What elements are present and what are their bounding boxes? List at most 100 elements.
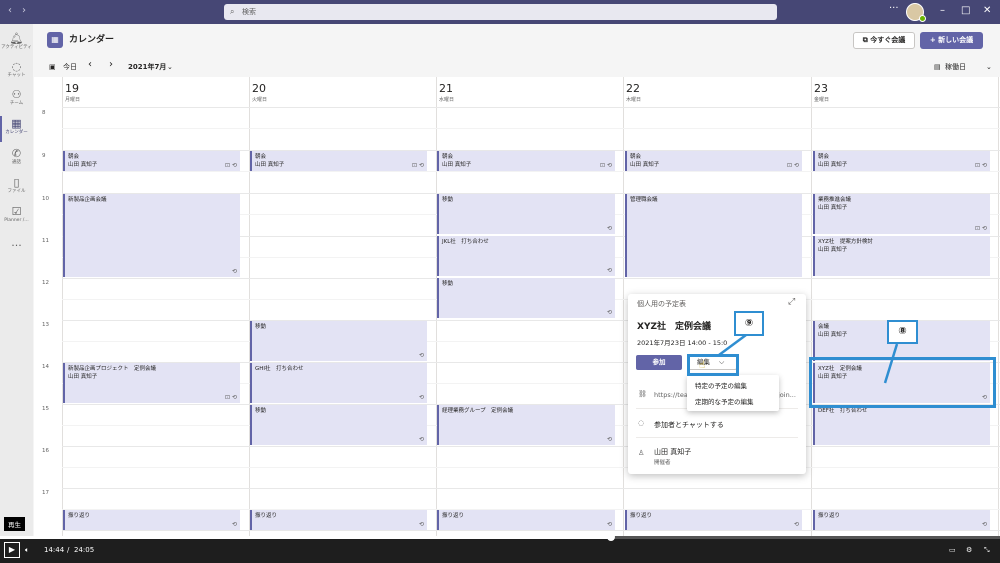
recurring-icon: ⟲ [606, 309, 612, 316]
month-selector[interactable]: 2021年7月 [128, 61, 166, 73]
close-icon[interactable]: ✕ [983, 5, 991, 16]
next-week-icon[interactable]: › [109, 59, 113, 71]
fullscreen-icon[interactable]: ⤡ [984, 546, 990, 555]
mouse-cursor-icon: ☝ [699, 360, 706, 371]
hour-line [62, 446, 1000, 447]
recurring-icon: ⟲ [606, 521, 612, 528]
recurring-icon: ⟲ [231, 268, 237, 275]
recurring-icon: ⟲ [793, 521, 799, 528]
chevron-down-icon[interactable]: ⌄ [167, 61, 173, 73]
event-card[interactable]: 朝会 山田 真知子 ⊡ ⟲ [250, 151, 427, 171]
video-player-bar [0, 536, 1000, 563]
recurring-icon: ⊡ ⟲ [975, 162, 987, 169]
rail-planner[interactable]: ☑ Planner /… [0, 205, 33, 233]
settings-icon[interactable]: ⚙ [966, 546, 972, 554]
volume-icon[interactable]: 🔈︎ [25, 546, 29, 555]
recurring-icon: ⊡ ⟲ [225, 394, 237, 401]
new-meeting-button[interactable]: + 新しい会議 [920, 32, 983, 49]
hour-label: 13 [42, 322, 49, 328]
recurring-icon: ⊡ ⟲ [787, 162, 799, 169]
callout-pointer-8 [883, 343, 899, 384]
recurring-icon: ⟲ [418, 352, 424, 359]
meeting-datetime: 2021年7月23日 14:00 - 15:0 [637, 339, 728, 347]
event-card[interactable]: 朝会 山田 真知子 ⊡ ⟲ [437, 151, 615, 171]
presence-status-icon [919, 15, 926, 22]
rail-calendar[interactable]: ▦ カレンダー [0, 117, 33, 145]
search-input[interactable]: ⌕ 検索 [224, 4, 777, 20]
event-card[interactable]: 振り返り ⟲ [625, 510, 802, 530]
rail-teams[interactable]: ⚇ チーム [0, 88, 33, 116]
recurring-icon: ⊡ ⟲ [225, 162, 237, 169]
more-icon: ... [11, 236, 22, 249]
meet-now-button[interactable]: ⧉ 今すぐ会議 [853, 32, 915, 49]
link-icon: ⛓ [638, 390, 647, 398]
expand-icon[interactable]: ⤢ [788, 297, 795, 307]
event-card[interactable]: 新製品企画会議 ⟲ [63, 194, 240, 277]
event-card[interactable]: 管理職会議 [625, 194, 802, 277]
event-card[interactable]: JKL社 打ち合わせ ⟲ [437, 236, 615, 276]
event-card[interactable]: 朝会 山田 真知子 ⊡ ⟲ [625, 151, 802, 171]
more-options-icon[interactable]: ··· [889, 3, 899, 14]
menu-item-edit-series[interactable]: 定期的な予定の編集 [695, 396, 754, 406]
forward-arrow-icon[interactable]: › [22, 5, 26, 16]
meeting-link-tail[interactable]: join... [778, 391, 796, 399]
phone-icon: ✆ [11, 147, 22, 160]
play-tooltip: 再生 [4, 517, 25, 531]
menu-item-edit-occurrence[interactable]: 特定の予定の編集 [695, 380, 747, 390]
event-card[interactable]: 新製品企画プロジェクト 定例会議 山田 真知子 ⊡ ⟲ [63, 363, 240, 403]
hour-label: 14 [42, 364, 49, 370]
half-hour-line [62, 171, 1000, 172]
rail-more[interactable]: ... [0, 236, 33, 264]
event-card[interactable]: 振り返り ⟲ [813, 510, 990, 530]
event-card[interactable]: DEF社 打ち合わせ [813, 405, 990, 445]
event-card[interactable]: 朝会 山田 真知子 ⊡ ⟲ [63, 151, 240, 171]
view-selector[interactable]: 稼働日 [945, 61, 966, 73]
recurring-icon: ⊡ ⟲ [600, 162, 612, 169]
hour-line [62, 488, 1000, 489]
event-card[interactable]: 振り返り ⟲ [63, 510, 240, 530]
recurring-icon: ⟲ [418, 521, 424, 528]
today-icon: ▣ [49, 63, 56, 71]
event-card[interactable]: 業務推進会議 山田 真知子 ⊡ ⟲ [813, 194, 990, 234]
rail-files[interactable]: ▯ ファイル [0, 176, 33, 204]
callout-label-8: ⑧ [887, 320, 918, 344]
rail-chat[interactable]: ◌ チャット [0, 60, 33, 88]
hour-label: 11 [42, 238, 49, 244]
recurring-icon: ⟲ [606, 436, 612, 443]
event-card[interactable]: GHI社 打ち合わせ ⟲ [250, 363, 427, 403]
rail-calls[interactable]: ✆ 通話 [0, 147, 33, 175]
minimize-icon[interactable]: – [940, 5, 945, 16]
recurring-icon: ⟲ [606, 225, 612, 232]
event-card[interactable]: 移動 ⟲ [250, 405, 427, 445]
recurring-icon: ⟲ [981, 521, 987, 528]
event-card[interactable]: 振り返り ⟲ [250, 510, 427, 530]
day-header-tue: 20 火曜日 [252, 82, 268, 103]
hour-line [62, 530, 1000, 531]
event-card[interactable]: 移動 ⟲ [437, 278, 615, 318]
join-button[interactable]: 参加 [636, 355, 682, 370]
event-card[interactable]: 朝会 山田 真知子 ⊡ ⟲ [813, 151, 990, 171]
callout-label-9: ⑨ [734, 311, 764, 336]
hour-label: 17 [42, 490, 49, 496]
meeting-link[interactable]: https://tea [654, 391, 688, 399]
person-icon: ♙ [638, 449, 645, 457]
play-button[interactable]: ▶ [4, 542, 20, 558]
maximize-icon[interactable]: □ [961, 5, 970, 16]
back-arrow-icon[interactable]: ‹ [8, 5, 12, 16]
today-button[interactable]: 今日 [63, 61, 77, 73]
recurring-icon: ⟲ [231, 521, 237, 528]
event-card[interactable]: 移動 ⟲ [250, 321, 427, 361]
rail-activity[interactable]: 🔔︎ アクティビティ [0, 32, 33, 60]
view-chevron-down-icon[interactable]: ⌄ [986, 61, 992, 73]
teams-icon: ⚇ [11, 88, 22, 101]
captions-icon[interactable]: ▭ [949, 546, 956, 554]
bell-icon: 🔔︎ [9, 32, 24, 45]
event-card[interactable]: 振り返り ⟲ [437, 510, 615, 530]
event-card[interactable]: XYZ社 提案方針検討 山田 真知子 [813, 236, 990, 276]
progress-knob[interactable] [607, 533, 615, 541]
event-card[interactable]: 経理業務グループ 定例会議 ⟲ [437, 405, 615, 445]
event-card[interactable]: 移動 ⟲ [437, 194, 615, 234]
chat-with-participants[interactable]: 参加者とチャットする [654, 420, 724, 430]
recurring-icon: ⟲ [606, 267, 612, 274]
prev-week-icon[interactable]: ‹ [88, 59, 92, 71]
